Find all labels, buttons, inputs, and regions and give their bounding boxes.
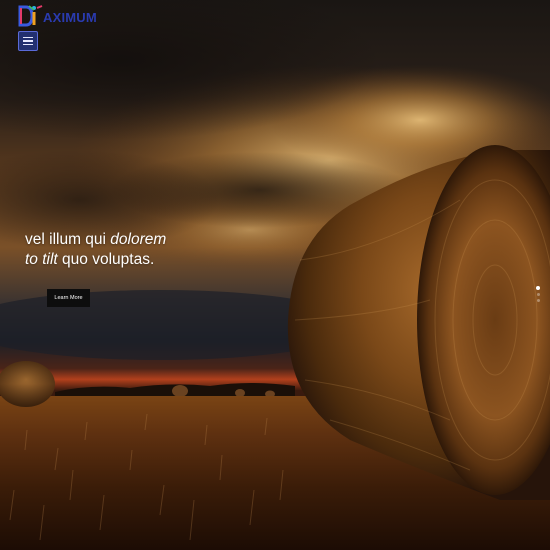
hero-text-italic: dolorem [110,231,167,248]
slide-dot-1[interactable] [536,286,540,290]
brand-name: AXIMUM [43,10,97,25]
menu-toggle-button[interactable] [18,31,38,51]
hero-section [0,0,550,550]
slider-pagination [536,286,540,302]
hero-text-italic: to tilt [25,251,58,268]
hero-headline-line-2: to tilt quo voluptas. [25,250,285,270]
hero-headline-line-1: vel illum qui dolorem [25,230,285,250]
hero-text-plain: quo voluptas. [57,251,155,268]
hero-headline: vel illum qui dolorem to tilt quo volupt… [25,230,285,270]
slide-dot-2[interactable] [536,293,540,296]
slide-dot-3[interactable] [536,299,540,302]
hamburger-icon-line [23,40,33,42]
hero-text-plain: vel illum qui [25,231,111,248]
learn-more-button[interactable]: Learn More [47,289,90,307]
hamburger-icon-line [23,36,33,39]
brand-logo[interactable]: AXIMUM [17,3,97,29]
hero-background-image [0,0,550,550]
logo-mark-icon [18,5,43,27]
hamburger-icon-line [23,43,33,46]
